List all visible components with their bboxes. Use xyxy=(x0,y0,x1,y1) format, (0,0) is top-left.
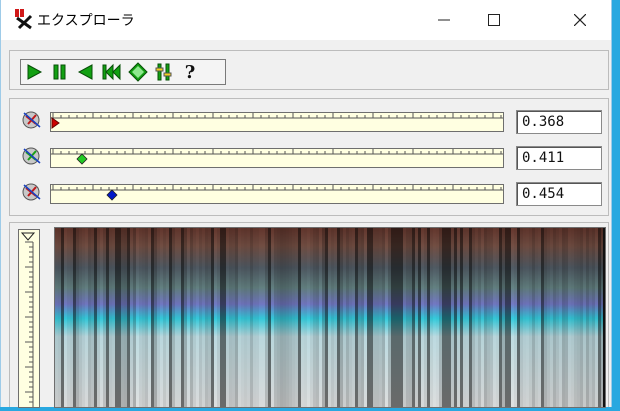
slider-ticks xyxy=(51,149,503,155)
app-icon xyxy=(15,9,33,30)
rewind-button[interactable] xyxy=(101,61,123,83)
spectrogram-panel xyxy=(9,222,609,408)
title-bar[interactable]: エクスプローラ xyxy=(1,0,611,40)
slider-ticks xyxy=(51,113,503,119)
step-back-button[interactable] xyxy=(75,61,97,83)
spectrogram-image xyxy=(55,228,605,407)
close-icon xyxy=(574,14,586,26)
slider-marker[interactable] xyxy=(105,189,118,201)
play-button[interactable] xyxy=(23,61,45,83)
diamond-icon xyxy=(128,62,148,82)
window-title: エクスプローラ xyxy=(37,13,135,29)
slider-marker[interactable] xyxy=(51,117,61,129)
slider-row: 0.411 xyxy=(10,143,610,173)
minimize-button[interactable] xyxy=(421,0,467,40)
slider-value[interactable]: 0.454 xyxy=(516,182,602,206)
slider-ticks xyxy=(51,185,503,191)
slider-row: 0.368 xyxy=(10,107,610,137)
pause-icon xyxy=(53,64,66,80)
help-button[interactable]: ? xyxy=(179,61,201,83)
seed-icon[interactable] xyxy=(20,109,46,131)
play-icon xyxy=(27,64,43,80)
minimize-icon xyxy=(438,19,450,21)
rewind-icon xyxy=(102,63,121,81)
pause-button[interactable] xyxy=(49,61,71,83)
slider-marker[interactable] xyxy=(76,153,88,165)
slider-value[interactable]: 0.368 xyxy=(516,110,602,134)
transport-button-group: ? xyxy=(20,59,226,85)
step-back-icon xyxy=(77,64,93,80)
diamond-button[interactable] xyxy=(127,61,149,83)
seed-icon[interactable] xyxy=(20,145,46,167)
maximize-button[interactable] xyxy=(471,0,517,40)
vertical-slider-ticks xyxy=(20,232,36,407)
parameter-sliders: 0.368 0.411 0.454 xyxy=(9,98,609,216)
settings-button[interactable] xyxy=(153,61,175,83)
seed-icon[interactable] xyxy=(20,181,46,203)
help-icon: ? xyxy=(184,61,196,83)
slider-track[interactable] xyxy=(50,112,504,132)
settings-icon xyxy=(155,63,172,81)
slider-row: 0.454 xyxy=(10,179,610,209)
slider-value[interactable]: 0.411 xyxy=(516,146,602,170)
maximize-icon xyxy=(488,14,500,26)
explorer-window: エクスプローラ ? 0.368 0.411 0.454 xyxy=(0,0,612,408)
vertical-slider[interactable] xyxy=(18,229,40,408)
slider-track[interactable] xyxy=(50,148,504,168)
slider-track[interactable] xyxy=(50,184,504,204)
transport-toolbar: ? xyxy=(9,50,609,90)
spectrogram-view[interactable] xyxy=(54,227,606,408)
close-button[interactable] xyxy=(557,0,603,40)
